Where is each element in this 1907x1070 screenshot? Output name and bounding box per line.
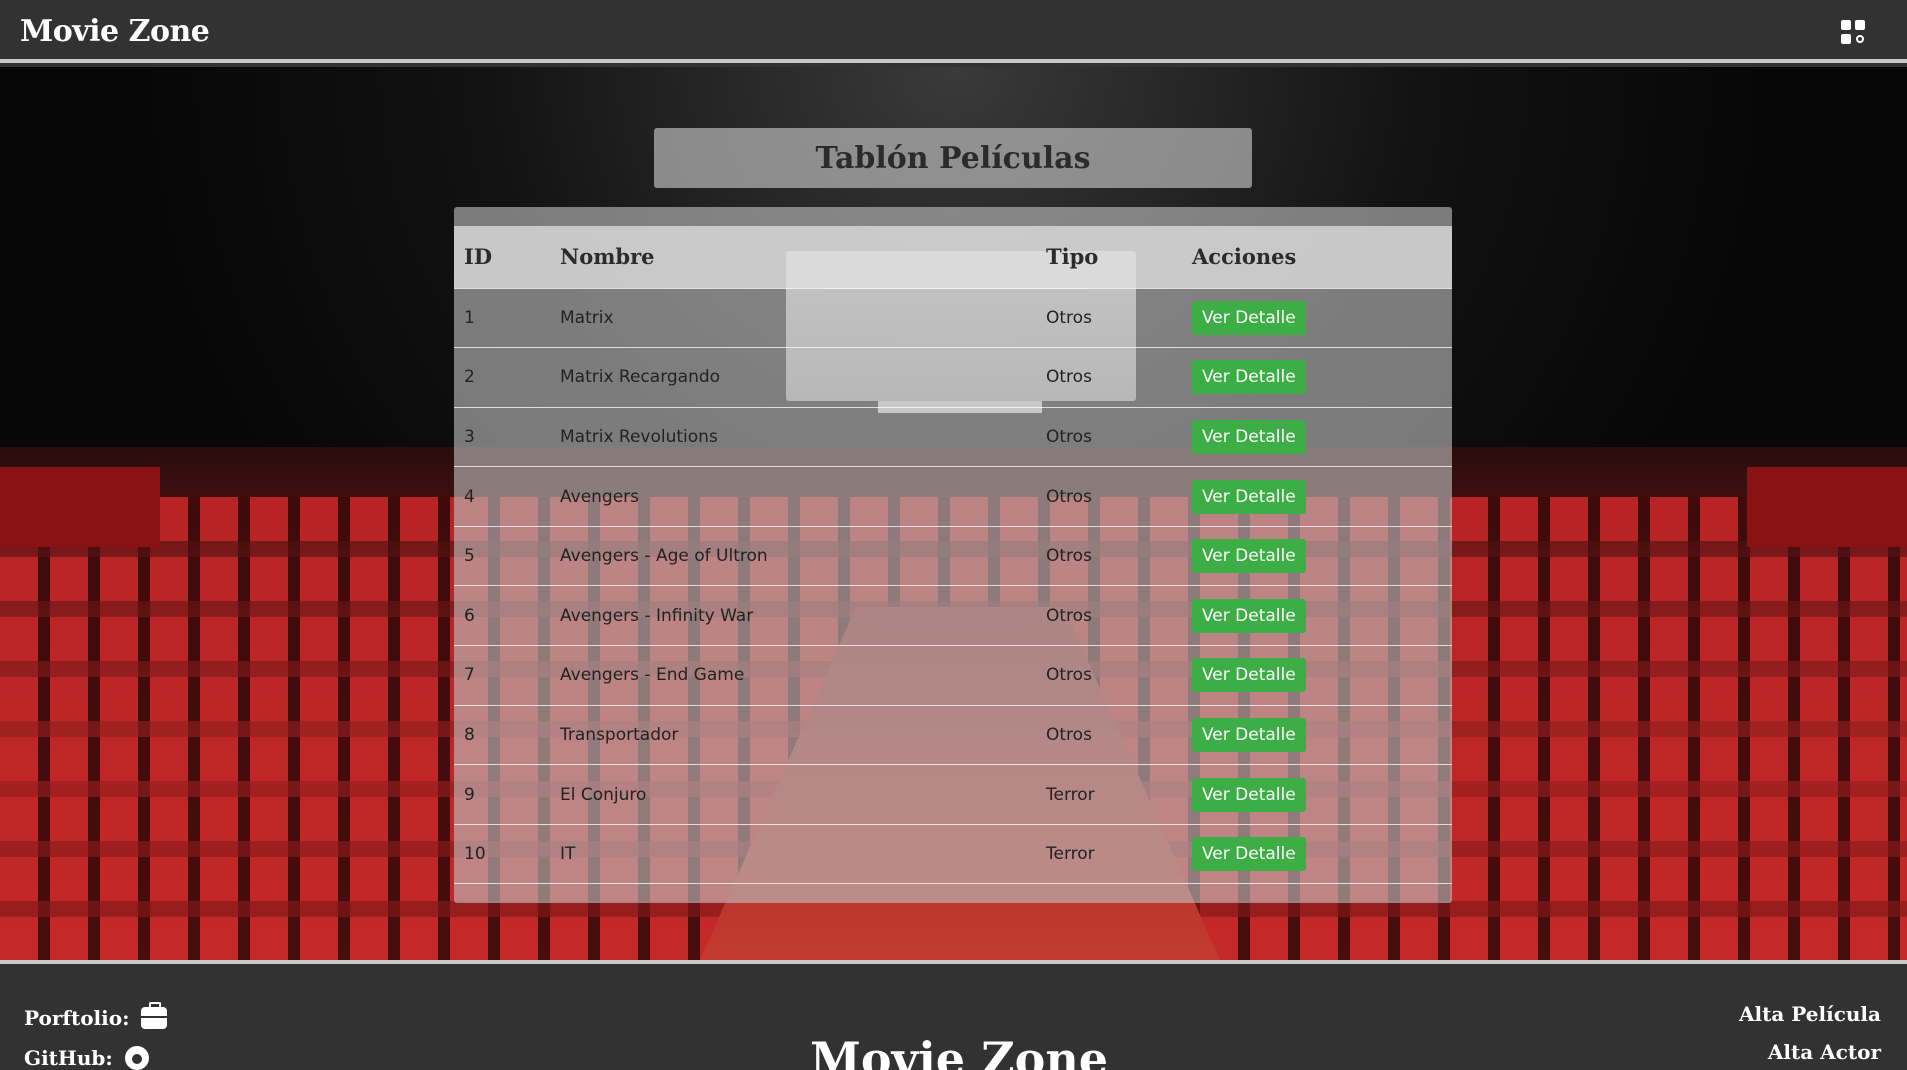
github-label: GitHub:	[24, 1046, 113, 1070]
column-header-id: ID	[464, 244, 493, 270]
cell-nombre: Matrix	[560, 307, 614, 328]
movies-table-card: ID Nombre Tipo Acciones 1 Matrix Otros Ver …	[454, 207, 1452, 903]
cell-acciones: Ver Detalle	[1182, 646, 1452, 706]
cell-tipo: Otros	[1046, 307, 1092, 328]
footer: Porftolio: GitHub: Movie Zone Alta Pelíc…	[0, 960, 1907, 1070]
ver-detalle-button[interactable]: Ver Detalle	[1192, 777, 1306, 812]
column-header-nombre: Nombre	[560, 244, 655, 270]
cell-acciones: Ver Detalle	[1182, 586, 1452, 646]
cell-tipo: Terror	[1046, 784, 1095, 805]
cell-id: 10	[464, 844, 486, 865]
grid-menu-icon[interactable]	[1841, 20, 1867, 46]
cell-id: 9	[464, 784, 475, 805]
cell-tipo: Otros	[1046, 605, 1092, 626]
cell-id: 5	[464, 546, 475, 567]
cell-nombre: El Conjuro	[560, 784, 647, 805]
cell-id: 8	[464, 724, 475, 745]
cell-tipo: Terror	[1046, 844, 1095, 865]
cell-id: 7	[464, 665, 475, 686]
cell-nombre: Transportador	[560, 724, 679, 745]
cell-nombre: Avengers - End Game	[560, 665, 745, 686]
cell-id: 3	[464, 426, 475, 447]
movies-table: ID Nombre Tipo Acciones 1 Matrix Otros Ver …	[454, 226, 1452, 884]
table-row: 10 IT Terror Ver Detalle	[454, 824, 1452, 884]
table-row: 4 Avengers Otros Ver Detalle	[454, 466, 1452, 527]
page-title-box: Tablón Películas	[654, 128, 1252, 188]
portfolio-link[interactable]: Porftolio:	[24, 1002, 168, 1030]
portfolio-label: Porftolio:	[24, 1006, 130, 1030]
cell-acciones: Ver Detalle	[1182, 705, 1452, 765]
top-navbar: Movie Zone	[0, 0, 1907, 63]
cell-acciones: Ver Detalle	[1182, 407, 1452, 467]
cell-tipo: Otros	[1046, 665, 1092, 686]
cell-tipo: Otros	[1046, 367, 1092, 388]
alta-pelicula-link[interactable]: Alta Película	[1739, 1002, 1881, 1026]
cell-nombre: Avengers - Infinity War	[560, 605, 754, 626]
table-header-row: ID Nombre Tipo Acciones	[454, 226, 1452, 288]
cell-nombre: Avengers - Age of Ultron	[560, 546, 768, 567]
cell-id: 1	[464, 307, 475, 328]
ver-detalle-button[interactable]: Ver Detalle	[1192, 300, 1306, 335]
ver-detalle-button[interactable]: Ver Detalle	[1192, 658, 1306, 693]
table-row: 5 Avengers - Age of Ultron Otros Ver Detall…	[454, 526, 1452, 586]
curtain-left	[0, 467, 160, 547]
table-row: 1 Matrix Otros Ver Detalle	[454, 288, 1452, 348]
ver-detalle-button[interactable]: Ver Detalle	[1192, 717, 1306, 752]
cell-tipo: Otros	[1046, 426, 1092, 447]
cell-tipo: Otros	[1046, 546, 1092, 567]
cell-acciones: Ver Detalle	[1182, 288, 1452, 348]
table-row: 6 Avengers - Infinity War Otros Ver Detalle	[454, 585, 1452, 646]
table-row: 3 Matrix Revolutions Otros Ver Detalle	[454, 407, 1452, 467]
cell-id: 6	[464, 605, 475, 626]
cell-acciones: Ver Detalle	[1182, 526, 1452, 586]
cell-acciones: Ver Detalle	[1182, 824, 1452, 884]
cell-tipo: Otros	[1046, 486, 1092, 507]
ver-detalle-button[interactable]: Ver Detalle	[1192, 479, 1306, 514]
cell-nombre: Matrix Revolutions	[560, 426, 718, 447]
cell-acciones: Ver Detalle	[1182, 348, 1452, 408]
ver-detalle-button[interactable]: Ver Detalle	[1192, 360, 1306, 395]
cell-nombre: Matrix Recargando	[560, 367, 721, 388]
github-icon[interactable]	[124, 1046, 149, 1070]
page-title: Tablón Películas	[815, 140, 1091, 176]
table-row: 2 Matrix Recargando Otros Ver Detalle	[454, 347, 1452, 408]
column-header-tipo: Tipo	[1046, 244, 1099, 270]
alta-actor-link[interactable]: Alta Actor	[1768, 1040, 1881, 1064]
briefcase-icon[interactable]	[141, 1002, 168, 1029]
table-row: 9 El Conjuro Terror Ver Detalle	[454, 764, 1452, 825]
cell-nombre: IT	[560, 844, 576, 865]
column-header-acciones: Acciones	[1192, 244, 1297, 270]
cell-acciones: Ver Detalle	[1182, 467, 1452, 527]
table-row: 8 Transportador Otros Ver Detalle	[454, 705, 1452, 765]
cell-id: 4	[464, 486, 475, 507]
ver-detalle-button[interactable]: Ver Detalle	[1192, 837, 1306, 872]
github-link[interactable]: GitHub:	[24, 1046, 149, 1070]
ver-detalle-button[interactable]: Ver Detalle	[1192, 598, 1306, 633]
curtain-right	[1747, 467, 1907, 547]
cell-id: 2	[464, 367, 475, 388]
brand-logo[interactable]: Movie Zone	[20, 14, 210, 49]
cell-nombre: Avengers	[560, 486, 640, 507]
cell-acciones: Ver Detalle	[1182, 765, 1452, 825]
ver-detalle-button[interactable]: Ver Detalle	[1192, 419, 1306, 454]
cell-tipo: Otros	[1046, 724, 1092, 745]
table-row: 7 Avengers - End Game Otros Ver Detalle	[454, 645, 1452, 706]
ver-detalle-button[interactable]: Ver Detalle	[1192, 539, 1306, 574]
footer-brand: Movie Zone	[810, 1032, 1109, 1070]
